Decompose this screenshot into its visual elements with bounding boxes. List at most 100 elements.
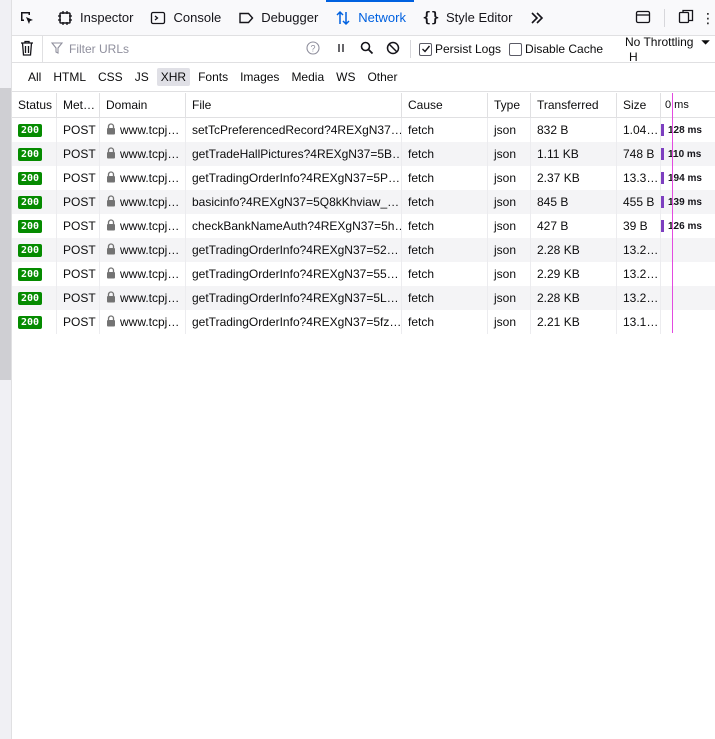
lock-icon	[106, 242, 116, 258]
persist-logs-label: Persist Logs	[435, 42, 502, 56]
filter-html[interactable]: HTML	[49, 68, 90, 86]
cause-cell: fetch	[402, 238, 488, 262]
status-badge: 200	[18, 195, 43, 209]
checkbox-checked[interactable]	[419, 42, 432, 56]
size-cell: 13.2…	[617, 286, 661, 310]
domain-cell: www.tcpj…	[100, 190, 186, 214]
timeline-marker-line	[672, 93, 673, 333]
lock-icon	[106, 170, 116, 186]
table-row[interactable]: 200 POST www.tcpj… checkBankNameAuth?4REXgN…	[12, 214, 715, 238]
checkbox-unchecked[interactable]	[509, 42, 523, 56]
search-button[interactable]	[354, 41, 380, 58]
method-cell: POST	[57, 286, 100, 310]
column-method[interactable]: Met…	[57, 93, 100, 117]
split-console-button[interactable]	[630, 5, 656, 31]
table-row[interactable]: 200 POST www.tcpj… basicinfo?4REXgN37=5Q8kK…	[12, 190, 715, 214]
timing-label: 110 ms	[668, 148, 702, 160]
block-icon	[386, 41, 400, 58]
column-cause[interactable]: Cause	[402, 93, 488, 117]
method-cell: POST	[57, 166, 100, 190]
domain-text: www.tcpj…	[120, 147, 180, 161]
transferred-cell: 2.28 KB	[531, 286, 617, 310]
element-picker-button[interactable]	[12, 0, 48, 35]
scrollbar-thumb[interactable]	[0, 88, 11, 380]
tab-console[interactable]: Console	[141, 0, 229, 35]
column-status[interactable]: Status	[12, 93, 57, 117]
file-cell: getTradeHallPictures?4REXgN37=5B…	[186, 142, 402, 166]
tab-label: Console	[173, 10, 222, 25]
cause-cell: fetch	[402, 214, 488, 238]
filter-placeholder: Filter URLs	[69, 42, 130, 56]
har-menu-label[interactable]: H	[629, 50, 638, 64]
domain-cell: www.tcpj…	[100, 118, 186, 142]
waterfall-cell: 194 ms	[661, 166, 715, 190]
network-icon	[334, 9, 352, 27]
file-cell: setTcPreferencedRecord?4REXgN37…	[186, 118, 402, 142]
filter-all[interactable]: All	[24, 68, 45, 86]
size-cell: 13.2…	[617, 238, 661, 262]
filter-css[interactable]: CSS	[94, 68, 127, 86]
tab-inspector[interactable]: Inspector	[48, 0, 141, 35]
column-transferred[interactable]: Transferred	[531, 93, 617, 117]
overflow-menu-button[interactable]: ⋮	[701, 5, 715, 31]
filter-ws[interactable]: WS	[332, 68, 359, 86]
status-cell: 200	[12, 310, 57, 334]
split-console-icon	[635, 9, 651, 28]
left-scrollbar[interactable]	[0, 0, 12, 739]
domain-text: www.tcpj…	[120, 243, 180, 257]
lock-icon	[106, 122, 116, 138]
cause-cell: fetch	[402, 166, 488, 190]
timing-bar	[661, 220, 664, 232]
filter-other[interactable]: Other	[363, 68, 401, 86]
table-row[interactable]: 200 POST www.tcpj… getTradingOrderInfo?4REX…	[12, 286, 715, 310]
throttling-select[interactable]: No Throttling ⏷ H	[625, 35, 715, 64]
domain-text: www.tcpj…	[120, 267, 180, 281]
filter-media[interactable]: Media	[287, 68, 328, 86]
column-type[interactable]: Type	[488, 93, 531, 117]
dock-options-button[interactable]	[673, 5, 699, 31]
status-cell: 200	[12, 286, 57, 310]
filter-urls-input[interactable]: Filter URLs ?	[42, 35, 322, 63]
table-row[interactable]: 200 POST www.tcpj… getTradingOrderInfo?4REX…	[12, 262, 715, 286]
table-row[interactable]: 200 POST www.tcpj… getTradingOrderInfo?4REX…	[12, 238, 715, 262]
pause-icon	[335, 42, 347, 57]
transferred-cell: 427 B	[531, 214, 617, 238]
timing-bar	[661, 172, 664, 184]
style-editor-icon: {}	[422, 9, 440, 26]
status-badge: 200	[18, 171, 43, 185]
transferred-cell: 2.21 KB	[531, 310, 617, 334]
clear-button[interactable]	[12, 40, 42, 59]
timing-label: 128 ms	[668, 124, 702, 136]
status-cell: 200	[12, 214, 57, 238]
table-row[interactable]: 200 POST www.tcpj… getTradeHallPictures?4RE…	[12, 142, 715, 166]
lock-icon	[106, 218, 116, 234]
filter-js[interactable]: JS	[131, 68, 153, 86]
disable-cache-checkbox[interactable]: Disable Cache	[509, 42, 603, 56]
dock-icon	[678, 9, 694, 28]
column-file[interactable]: File	[186, 93, 402, 117]
pause-button[interactable]	[328, 42, 354, 57]
domain-cell: www.tcpj…	[100, 310, 186, 334]
timing-bar	[661, 148, 664, 160]
column-size[interactable]: Size	[617, 93, 661, 117]
more-tools-button[interactable]	[520, 0, 560, 35]
size-cell: 748 B	[617, 142, 661, 166]
persist-logs-checkbox[interactable]: Persist Logs	[419, 42, 501, 56]
type-cell: json	[488, 262, 531, 286]
tab-network[interactable]: Network	[326, 0, 414, 35]
column-domain[interactable]: Domain	[100, 93, 186, 117]
filter-images[interactable]: Images	[236, 68, 283, 86]
filter-xhr[interactable]: XHR	[156, 68, 191, 86]
tab-style-editor[interactable]: {} Style Editor	[414, 0, 520, 35]
lock-icon	[106, 314, 116, 330]
timing-bar	[661, 124, 664, 136]
tab-debugger[interactable]: Debugger	[229, 0, 326, 35]
column-waterfall[interactable]: 0 ms	[661, 93, 715, 117]
table-row[interactable]: 200 POST www.tcpj… getTradingOrderInfo?4REX…	[12, 310, 715, 334]
table-row[interactable]: 200 POST www.tcpj… setTcPreferencedRecord?4…	[12, 118, 715, 142]
method-cell: POST	[57, 310, 100, 334]
table-row[interactable]: 200 POST www.tcpj… getTradingOrderInfo?4REX…	[12, 166, 715, 190]
filter-fonts[interactable]: Fonts	[194, 68, 232, 86]
block-button[interactable]	[380, 41, 406, 58]
help-icon[interactable]: ?	[306, 40, 320, 58]
